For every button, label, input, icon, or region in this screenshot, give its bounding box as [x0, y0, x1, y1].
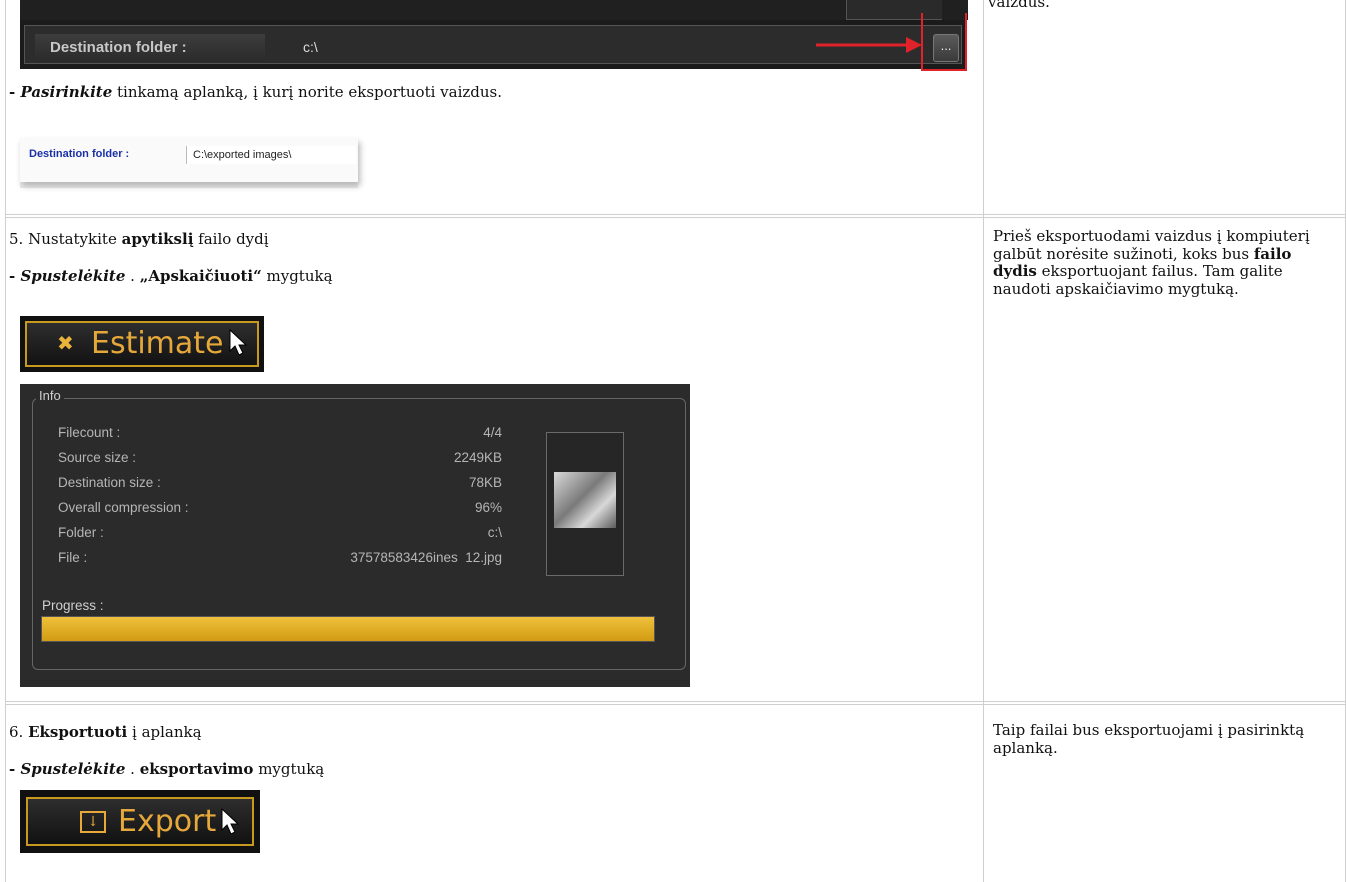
dialog-top-strip — [20, 0, 968, 20]
estimate-button-screenshot: ✖ Estimate — [20, 316, 264, 372]
step-6-side-note: Taip failai bus eksportuojami į pasirink… — [993, 721, 1305, 757]
export-button-screenshot: ↓ Export — [20, 790, 260, 853]
export-folder-icon: ↓ — [80, 811, 106, 833]
example-destination-value: C:\exported images\ — [186, 146, 356, 164]
info-label-destination-size: Destination size : — [58, 475, 161, 490]
info-label-compression: Overall compression : — [58, 500, 189, 515]
info-value-compression: 96% — [474, 500, 502, 515]
step-6-button-name: eksportavimo — [139, 760, 254, 778]
step-5-rest-text: mygtuką — [261, 267, 333, 285]
step-5-sep: . — [125, 267, 140, 285]
cursor-icon — [229, 329, 248, 356]
estimate-button[interactable]: ✖ Estimate — [25, 321, 259, 367]
info-value-source-size: 2249KB — [453, 450, 502, 465]
xray-thumbnail — [546, 432, 624, 576]
info-label-filecount: Filecount : — [58, 425, 121, 440]
instruction-dash: - — [9, 83, 21, 101]
info-label-file: File : — [58, 550, 88, 565]
red-arrow-icon — [816, 37, 922, 53]
info-value-file: 37578583426ines 12.jpg — [350, 550, 502, 565]
step-6-heading: 6. Eksportuoti į aplanką — [9, 722, 202, 742]
info-value-folder: c:\ — [487, 525, 502, 540]
row-divider — [5, 704, 1346, 705]
step-6-dash: - — [9, 760, 21, 778]
destination-folder-value: c:\ — [303, 39, 318, 55]
document-table: Destination folder : c:\ ... - Pasirinki… — [0, 0, 1346, 882]
instruction-select-folder: - Pasirinkite tinkamą aplanką, į kurį no… — [9, 82, 502, 102]
step-6-sep: . — [125, 760, 140, 778]
step-6-bold: Eksportuoti — [28, 723, 128, 741]
step-6-instruction: - Spustelėkite . eksportavimo mygtuką — [9, 759, 324, 779]
info-panel-screenshot: Info Filecount : 4/4 Source size : 2249K… — [20, 384, 690, 687]
step-5-bold: apytikslį — [121, 230, 194, 248]
step-6-rest-text: mygtuką — [253, 760, 325, 778]
example-panel: Destination folder : C:\exported images\ — [20, 138, 358, 182]
destination-folder-example: Destination folder : C:\exported images\ — [20, 138, 358, 188]
side-note-text-end: eksportuojant failus. Tam galite naudoti… — [993, 262, 1283, 298]
step-6-rest: į aplanką — [127, 723, 202, 741]
step-5-rest: failo dydį — [193, 230, 269, 248]
step-6-verb: Spustelėkite — [20, 760, 126, 778]
info-label-source-size: Source size : — [58, 450, 137, 465]
cursor-icon — [221, 808, 240, 835]
row-divider — [5, 701, 1346, 702]
info-value-filecount: 4/4 — [483, 425, 502, 440]
example-destination-label: Destination folder : — [29, 148, 130, 160]
info-title: Info — [36, 388, 64, 403]
progress-bar — [41, 616, 655, 642]
destination-folder-screenshot: Destination folder : c:\ ... — [20, 20, 966, 69]
step-5-heading: 5. Nustatykite apytikslį failo dydį — [9, 229, 269, 249]
estimate-icon: ✖ — [57, 331, 74, 355]
progress-label: Progress : — [42, 598, 104, 613]
step-5-dash: - — [9, 267, 21, 285]
highlight-frame — [921, 13, 967, 71]
step-5-number: 5. Nustatykite — [9, 230, 122, 248]
step-5-side-note: Prieš eksportuodami vaizdus į kompiuterį… — [993, 227, 1338, 298]
instruction-verb: Pasirinkite — [20, 83, 113, 101]
step-5-verb: Spustelėkite — [20, 267, 126, 285]
step-5-instruction: - Spustelėkite . „Apskaičiuoti“ mygtuką — [9, 266, 333, 286]
row-divider — [5, 214, 1346, 215]
destination-folder-label: Destination folder : — [35, 34, 265, 62]
estimate-label: Estimate — [91, 326, 224, 361]
instruction-text: tinkamą aplanką, į kurį norite eksportuo… — [112, 83, 503, 101]
info-value-destination-size: 78KB — [468, 475, 502, 490]
progress-fill — [42, 617, 654, 641]
table-border-left — [5, 0, 6, 882]
info-label-folder: Folder : — [58, 525, 104, 540]
step-6-number: 6. — [9, 723, 29, 741]
side-text-cutoff: vaizdus. — [988, 0, 1050, 11]
step-5-button-name: „Apskaičiuoti“ — [139, 267, 262, 285]
export-label: Export — [118, 804, 217, 839]
column-divider — [983, 0, 984, 882]
xray-image — [554, 472, 616, 528]
row-divider — [5, 217, 1346, 218]
